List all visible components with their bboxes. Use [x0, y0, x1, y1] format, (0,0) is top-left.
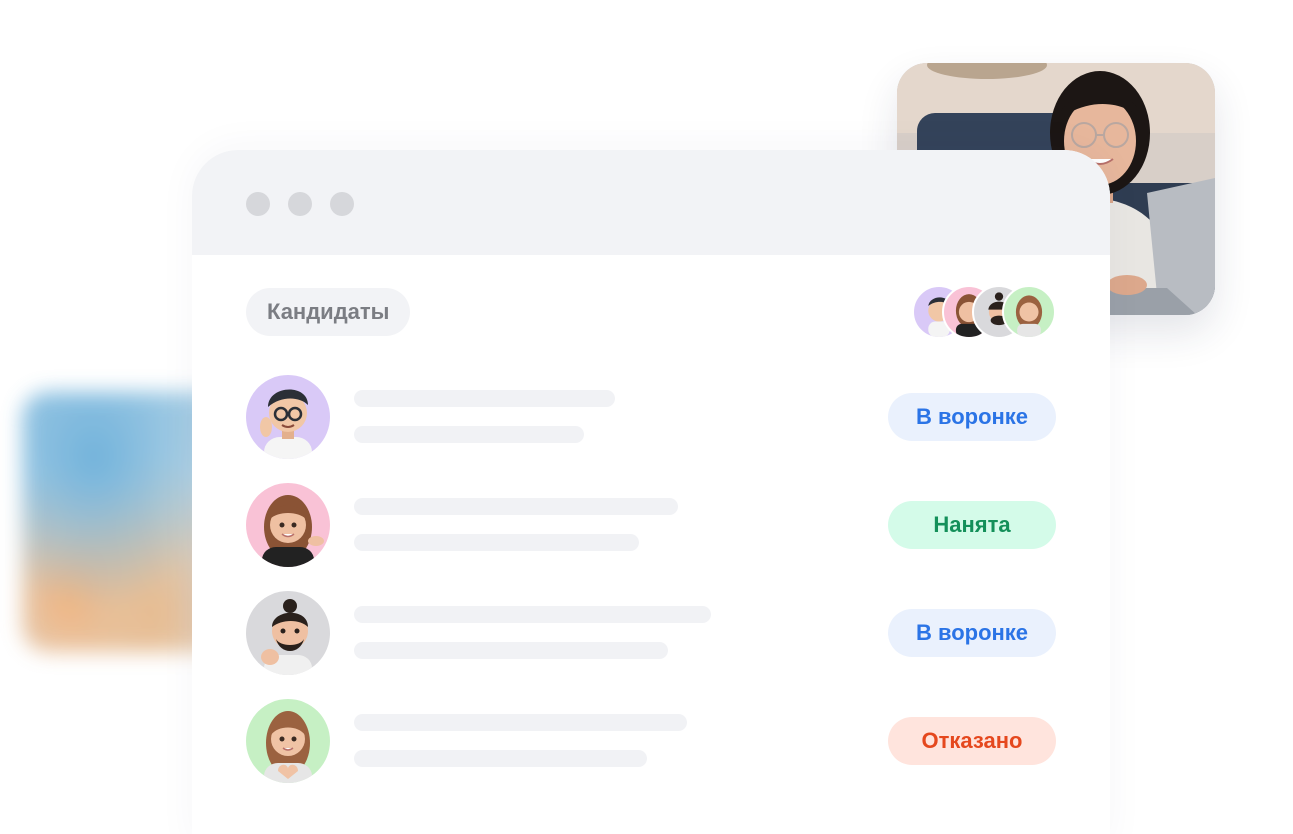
skeleton-line-detail — [354, 426, 584, 443]
status-badge[interactable]: В воронке — [888, 609, 1056, 657]
skeleton-line-detail — [354, 642, 668, 659]
candidate-row[interactable]: Отказано — [246, 699, 1056, 783]
skeleton-line-name — [354, 498, 678, 515]
candidates-title[interactable]: Кандидаты — [246, 288, 411, 336]
window-dot-3 — [330, 192, 354, 216]
skeleton-line-name — [354, 390, 615, 407]
candidate-avatar — [246, 591, 330, 675]
candidate-row[interactable]: В воронке — [246, 375, 1056, 459]
candidate-avatar — [246, 699, 330, 783]
candidate-avatar-stack[interactable] — [912, 285, 1062, 339]
skeleton-line-name — [354, 714, 687, 731]
skeleton-line-detail — [354, 534, 639, 551]
mini-avatar-4 — [1002, 285, 1056, 339]
window-dot-2 — [288, 192, 312, 216]
window-dot-1 — [246, 192, 270, 216]
status-badge[interactable]: Нанята — [888, 501, 1056, 549]
candidate-row[interactable]: В воронке — [246, 591, 1056, 675]
skeleton-line-detail — [354, 750, 647, 767]
skeleton-line-name — [354, 606, 711, 623]
status-badge[interactable]: Отказано — [888, 717, 1056, 765]
status-badge[interactable]: В воронке — [888, 393, 1056, 441]
window-titlebar — [192, 150, 1110, 255]
candidate-avatar — [246, 483, 330, 567]
candidate-row[interactable]: Нанята — [246, 483, 1056, 567]
candidate-avatar — [246, 375, 330, 459]
candidates-window: Кандидаты В воронке Нанята В воронке Отк… — [192, 150, 1110, 834]
